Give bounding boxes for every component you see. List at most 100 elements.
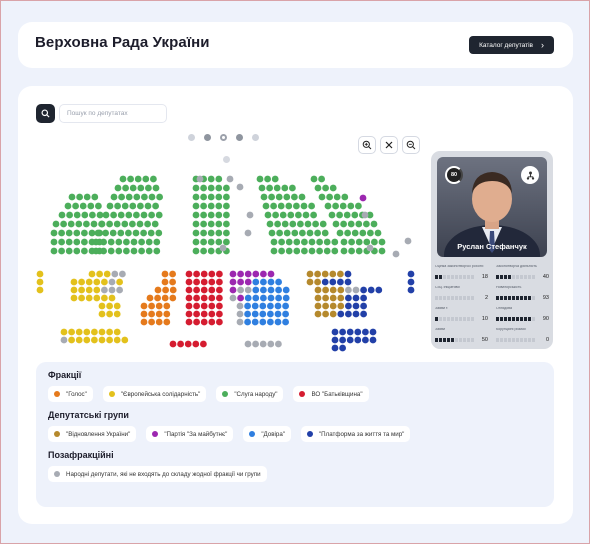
seat[interactable]	[106, 202, 114, 210]
seat[interactable]	[314, 278, 321, 286]
seat[interactable]	[83, 336, 91, 344]
seat[interactable]	[337, 278, 344, 286]
seat[interactable]	[354, 336, 362, 344]
seat[interactable]	[262, 202, 270, 210]
seat[interactable]	[310, 175, 318, 183]
seat[interactable]	[73, 229, 81, 237]
seat[interactable]	[223, 220, 230, 228]
seat[interactable]	[161, 270, 169, 278]
seat[interactable]	[65, 229, 73, 237]
seat[interactable]	[66, 211, 73, 219]
seat[interactable]	[116, 278, 123, 286]
seat[interactable]	[137, 202, 144, 210]
seat[interactable]	[151, 220, 159, 228]
seat[interactable]	[251, 310, 259, 318]
seat[interactable]	[355, 247, 363, 255]
seat[interactable]	[252, 270, 260, 278]
seat[interactable]	[192, 238, 200, 246]
seat[interactable]	[333, 193, 341, 201]
seat[interactable]	[68, 336, 75, 344]
seat[interactable]	[216, 278, 223, 286]
seat[interactable]	[345, 310, 352, 318]
seat[interactable]	[52, 220, 60, 228]
seat[interactable]	[153, 247, 161, 255]
seat[interactable]	[252, 294, 260, 302]
seat[interactable]	[76, 193, 83, 201]
seat[interactable]	[208, 286, 216, 294]
seat[interactable]	[78, 286, 85, 294]
seat[interactable]	[331, 344, 339, 352]
legend-chip[interactable]: "Європейська солідарність"	[102, 386, 207, 402]
seat[interactable]	[200, 220, 208, 228]
seat[interactable]	[301, 247, 308, 255]
seat[interactable]	[260, 270, 267, 278]
seat[interactable]	[326, 193, 333, 201]
seat[interactable]	[70, 286, 78, 294]
pager-dot[interactable]	[188, 134, 195, 141]
seat[interactable]	[215, 220, 223, 228]
seat[interactable]	[223, 229, 230, 237]
seat[interactable]	[215, 211, 223, 219]
seat[interactable]	[324, 202, 332, 210]
seat[interactable]	[88, 229, 96, 237]
seat[interactable]	[267, 340, 275, 348]
seat[interactable]	[36, 270, 44, 278]
seat[interactable]	[113, 302, 121, 310]
seat[interactable]	[375, 286, 383, 294]
seat[interactable]	[392, 250, 400, 258]
seat[interactable]	[291, 229, 299, 237]
seat[interactable]	[363, 238, 371, 246]
seat[interactable]	[113, 336, 121, 344]
seat[interactable]	[200, 202, 208, 210]
seat[interactable]	[259, 340, 267, 348]
seat[interactable]	[282, 318, 289, 326]
seat[interactable]	[208, 278, 216, 286]
seat[interactable]	[152, 202, 160, 210]
seat[interactable]	[119, 270, 126, 278]
seat[interactable]	[110, 193, 118, 201]
seat[interactable]	[293, 247, 301, 255]
family-tree-button[interactable]	[521, 166, 539, 184]
legend-chip[interactable]: ВО "Батьківщина"	[293, 386, 369, 402]
seat[interactable]	[329, 302, 337, 310]
seat[interactable]	[185, 310, 193, 318]
seat[interactable]	[267, 286, 275, 294]
seat[interactable]	[145, 184, 152, 192]
seat[interactable]	[229, 270, 237, 278]
seat[interactable]	[267, 270, 275, 278]
seat[interactable]	[237, 270, 245, 278]
seat[interactable]	[237, 294, 245, 302]
seat[interactable]	[331, 336, 339, 344]
seat[interactable]	[332, 220, 340, 228]
seat[interactable]	[252, 286, 260, 294]
seat[interactable]	[106, 310, 113, 318]
seat[interactable]	[229, 294, 237, 302]
seat[interactable]	[78, 278, 85, 286]
seat[interactable]	[306, 278, 314, 286]
seat[interactable]	[161, 278, 169, 286]
seat[interactable]	[110, 211, 117, 219]
seat[interactable]	[407, 286, 415, 294]
seat[interactable]	[244, 310, 252, 318]
seat[interactable]	[85, 278, 93, 286]
seat[interactable]	[200, 184, 208, 192]
seat[interactable]	[275, 286, 282, 294]
seat[interactable]	[107, 247, 115, 255]
seat[interactable]	[90, 220, 98, 228]
seat[interactable]	[106, 336, 113, 344]
seat[interactable]	[362, 328, 369, 336]
seat[interactable]	[208, 318, 216, 326]
seat[interactable]	[291, 193, 298, 201]
seat[interactable]	[223, 193, 230, 201]
seat[interactable]	[125, 211, 133, 219]
seat[interactable]	[193, 294, 201, 302]
seat[interactable]	[192, 340, 200, 348]
seat[interactable]	[216, 302, 223, 310]
seat[interactable]	[337, 310, 345, 318]
seat[interactable]	[407, 270, 415, 278]
seat[interactable]	[312, 220, 319, 228]
seat[interactable]	[36, 286, 44, 294]
seat[interactable]	[162, 286, 170, 294]
seat[interactable]	[216, 310, 223, 318]
seat[interactable]	[355, 202, 362, 210]
